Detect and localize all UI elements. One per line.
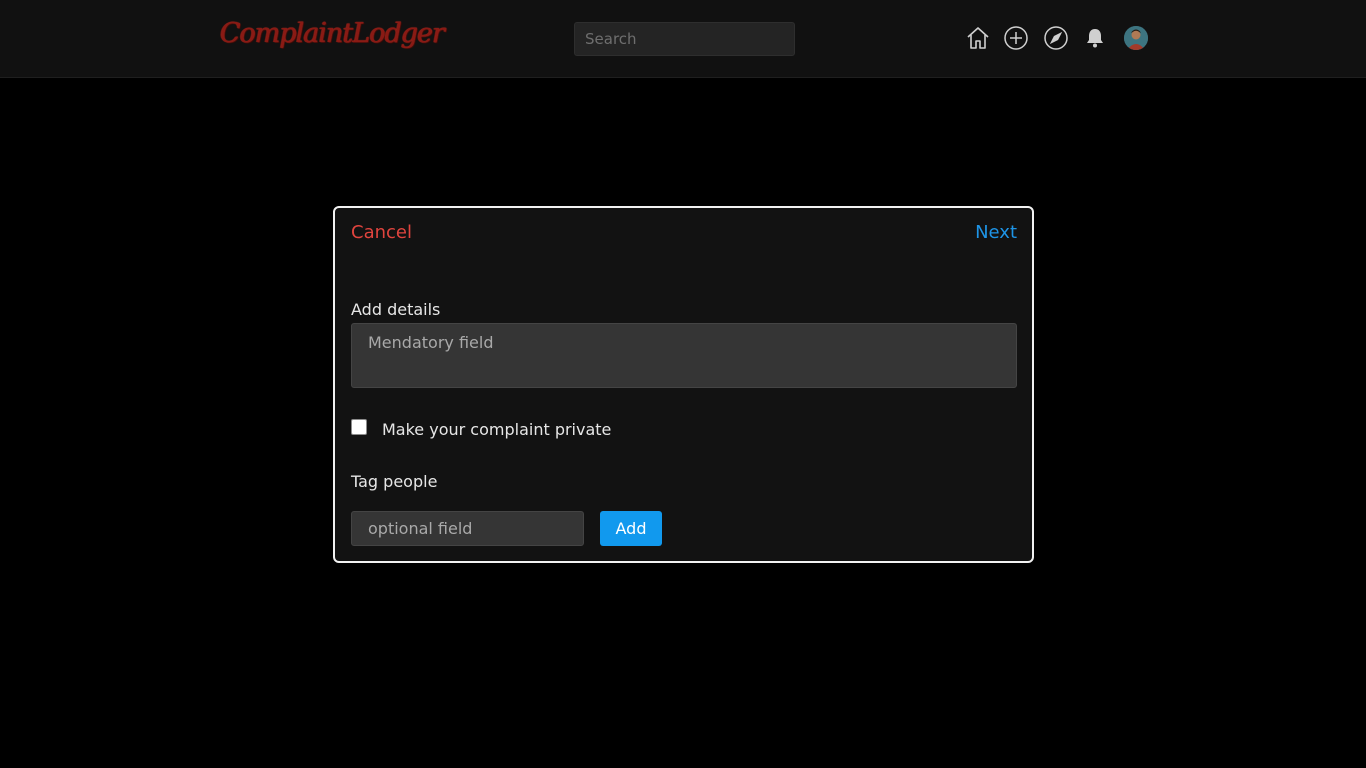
- add-tag-button[interactable]: Add: [600, 511, 662, 546]
- app-logo[interactable]: ComplaintLodger: [220, 18, 445, 58]
- details-label: Add details: [351, 300, 441, 319]
- cancel-button[interactable]: Cancel: [351, 222, 412, 243]
- compass-icon[interactable]: [1042, 24, 1070, 52]
- add-circle-icon[interactable]: [1002, 24, 1030, 52]
- next-button[interactable]: Next: [975, 222, 1017, 243]
- new-complaint-modal: Cancel Next Add details Make your compla…: [333, 206, 1034, 563]
- avatar[interactable]: [1124, 26, 1148, 50]
- search-input[interactable]: [574, 22, 795, 56]
- private-checkbox-label: Make your complaint private: [382, 420, 612, 439]
- tag-people-label: Tag people: [351, 472, 438, 491]
- private-checkbox[interactable]: [351, 419, 367, 435]
- details-field[interactable]: [351, 323, 1017, 388]
- home-icon[interactable]: [964, 24, 992, 52]
- tag-people-input[interactable]: [351, 511, 584, 546]
- bell-icon[interactable]: [1081, 24, 1109, 52]
- top-navbar: ComplaintLodger: [0, 0, 1366, 78]
